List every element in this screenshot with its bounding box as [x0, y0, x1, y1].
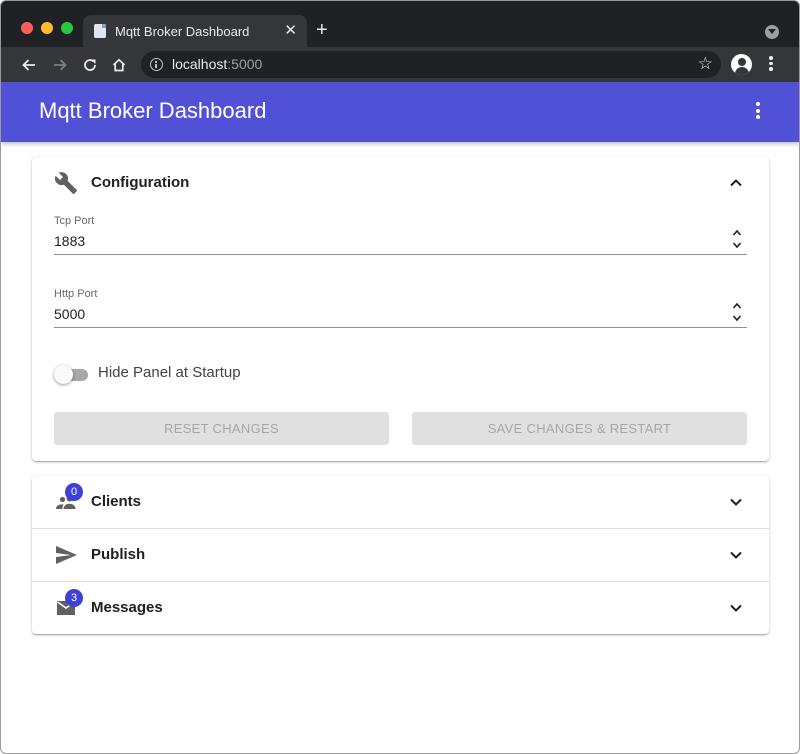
- wrench-icon: [54, 172, 77, 194]
- back-button[interactable]: [18, 47, 40, 82]
- configuration-title: Configuration: [91, 174, 190, 191]
- browser-menu-icon[interactable]: [767, 56, 775, 74]
- home-button[interactable]: [108, 47, 130, 82]
- http-port-field: Http Port: [54, 288, 747, 336]
- publish-header[interactable]: Publish: [32, 529, 769, 581]
- tcp-port-field: Tcp Port: [54, 215, 747, 263]
- messages-title: Messages: [91, 599, 163, 616]
- tcp-port-label: Tcp Port: [54, 215, 95, 227]
- browser-toolbar: localhost:5000 ☆: [1, 47, 799, 82]
- chevron-down-icon[interactable]: [728, 494, 744, 510]
- hide-panel-toggle[interactable]: [54, 364, 88, 384]
- site-info-icon[interactable]: [150, 58, 163, 71]
- send-icon: [56, 546, 77, 564]
- decrement-icon[interactable]: [732, 313, 742, 323]
- reload-button[interactable]: [79, 47, 101, 82]
- browser-tabstrip: Mqtt Broker Dashboard ✕ +: [1, 1, 799, 47]
- decrement-icon[interactable]: [732, 240, 742, 250]
- messages-count-badge: 3: [65, 589, 83, 607]
- reload-icon: [84, 58, 96, 71]
- tab-close-icon[interactable]: ✕: [284, 21, 297, 41]
- http-port-underline: [54, 327, 747, 328]
- tab-title: Mqtt Broker Dashboard: [115, 24, 250, 39]
- chevron-down-icon[interactable]: [728, 547, 744, 563]
- tcp-port-stepper[interactable]: [730, 225, 744, 253]
- home-icon: [112, 58, 126, 71]
- configuration-panel: Configuration Tcp Port Http Port: [32, 157, 769, 461]
- app-menu-icon[interactable]: [753, 102, 763, 122]
- configuration-header[interactable]: Configuration: [32, 157, 769, 209]
- close-window-button[interactable]: [21, 22, 33, 34]
- collapsed-panels: 0 Clients Publish 3 Messages: [32, 476, 769, 634]
- browser-window: Mqtt Broker Dashboard ✕ + localhost:5000…: [0, 0, 800, 754]
- clients-header[interactable]: 0 Clients: [32, 476, 769, 528]
- address-bar[interactable]: localhost:5000 ☆: [141, 51, 721, 78]
- chevron-down-icon[interactable]: [728, 600, 744, 616]
- url-text: localhost:5000: [172, 56, 262, 72]
- forward-button[interactable]: [49, 47, 71, 82]
- page-favicon-icon: [94, 24, 106, 38]
- forward-arrow-icon: [54, 58, 67, 71]
- save-restart-button[interactable]: SAVE CHANGES & RESTART: [412, 412, 747, 445]
- messages-header[interactable]: 3 Messages: [32, 582, 769, 634]
- http-port-label: Http Port: [54, 288, 98, 300]
- hide-panel-label: Hide Panel at Startup: [98, 364, 241, 381]
- reset-changes-button[interactable]: RESET CHANGES: [54, 412, 389, 445]
- tab-search-icon[interactable]: [765, 25, 779, 39]
- toggle-thumb: [54, 365, 73, 384]
- tcp-port-underline: [54, 254, 747, 255]
- url-host: localhost: [172, 56, 228, 72]
- clients-title: Clients: [91, 493, 142, 510]
- clients-count-badge: 0: [65, 483, 83, 501]
- profile-avatar-icon[interactable]: [731, 54, 752, 75]
- browser-tab[interactable]: Mqtt Broker Dashboard ✕: [83, 15, 307, 47]
- http-port-stepper[interactable]: [730, 298, 744, 326]
- tcp-port-input[interactable]: [54, 229, 724, 253]
- publish-title: Publish: [91, 546, 146, 563]
- chevron-up-icon[interactable]: [728, 175, 744, 191]
- url-port: :5000: [227, 56, 263, 72]
- minimize-window-button[interactable]: [41, 22, 53, 34]
- maximize-window-button[interactable]: [61, 22, 73, 34]
- increment-icon[interactable]: [732, 228, 742, 238]
- http-port-input[interactable]: [54, 302, 724, 326]
- app-bar: Mqtt Broker Dashboard: [1, 82, 799, 142]
- app-title: Mqtt Broker Dashboard: [39, 98, 267, 123]
- increment-icon[interactable]: [732, 301, 742, 311]
- bookmark-star-icon[interactable]: ☆: [698, 54, 713, 74]
- back-arrow-icon: [22, 58, 35, 71]
- new-tab-button[interactable]: +: [316, 17, 328, 43]
